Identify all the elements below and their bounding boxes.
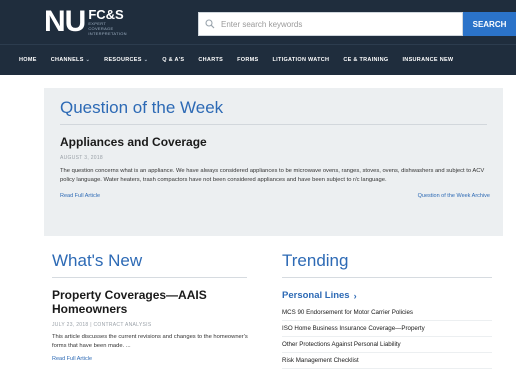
chevron-right-icon: › xyxy=(353,290,357,301)
main-nav: HOME CHANNELS ⌄ RESOURCES ⌄ Q & A'S CHARTS… xyxy=(0,44,516,75)
divider xyxy=(52,277,247,278)
trending-item[interactable]: Other Protections Against Personal Liabi… xyxy=(282,337,492,353)
logo-tagline: Expert Coverage Interpretation xyxy=(88,21,127,36)
question-of-the-week-panel: Question of the Week Appliances and Cove… xyxy=(44,88,503,236)
nav-label: Q & A'S xyxy=(162,57,185,63)
nav-item-qas[interactable]: Q & A'S xyxy=(162,57,184,63)
nav-label: INSURANCE NEW xyxy=(402,57,454,63)
logo-fcs-text: FC&S xyxy=(88,7,124,22)
nav-label: HOME xyxy=(19,57,37,63)
whats-new-meta: JULY 23, 2018 | CONTRACT ANALYSIS xyxy=(52,322,152,328)
nav-item-forms[interactable]: FORMS xyxy=(237,57,258,63)
nav-item-litigation-watch[interactable]: LITIGATION WATCH xyxy=(272,57,329,63)
trending-section: Trending Personal Lines › MCS 90 Endorse… xyxy=(282,251,502,369)
nav-label: CE & TRAINING xyxy=(343,57,389,63)
nav-item-resources[interactable]: RESOURCES ⌄ xyxy=(104,57,148,63)
search-button[interactable]: SEARCH xyxy=(463,12,516,36)
qotw-read-full-article-link[interactable]: Read Full Article xyxy=(60,193,100,199)
logo-right: FC&S Expert Coverage Interpretation xyxy=(88,8,132,36)
divider xyxy=(282,277,492,278)
nav-label: CHARTS xyxy=(198,57,224,63)
nav-item-home[interactable]: HOME xyxy=(19,57,37,63)
nav-label: RESOURCES xyxy=(104,57,142,63)
nav-label: FORMS xyxy=(237,57,259,63)
whats-new-section: What's New Property Coverages—AAIS Homeo… xyxy=(52,251,260,362)
qotw-header: Question of the Week xyxy=(60,98,224,117)
trending-header: Trending xyxy=(282,251,349,270)
whats-new-read-full-article-link[interactable]: Read Full Article xyxy=(52,356,260,362)
trending-list: MCS 90 Endorsement for Motor Carrier Pol… xyxy=(282,305,502,369)
qotw-article-title[interactable]: Appliances and Coverage xyxy=(60,135,487,149)
qotw-body: The question concerns what is an applian… xyxy=(60,168,485,183)
qotw-archive-link[interactable]: Question of the Week Archive xyxy=(418,193,490,199)
search-input[interactable] xyxy=(221,19,451,29)
nav-item-insurance-news[interactable]: INSURANCE NEW xyxy=(402,57,453,63)
logo-nu-text: NU xyxy=(44,5,86,38)
trending-item[interactable]: MCS 90 Endorsement for Motor Carrier Pol… xyxy=(282,305,492,321)
nav-label: CHANNELS xyxy=(50,57,84,63)
trending-category-personal-lines[interactable]: Personal Lines › xyxy=(282,290,502,301)
site-logo[interactable]: NU FC&S Expert Coverage Interpretation xyxy=(44,5,132,38)
search-box xyxy=(198,12,463,36)
top-header: NU FC&S Expert Coverage Interpretation S… xyxy=(0,0,516,44)
trending-item[interactable]: Risk Management Checklist xyxy=(282,353,492,369)
nav-item-channels[interactable]: CHANNELS ⌄ xyxy=(51,57,90,63)
whats-new-article-title[interactable]: Property Coverages—AAIS Homeowners xyxy=(52,288,260,316)
whats-new-header: What's New xyxy=(52,251,143,270)
search-icon xyxy=(199,13,221,35)
trending-category-label: Personal Lines xyxy=(282,290,350,301)
nav-item-charts[interactable]: CHARTS xyxy=(198,57,223,63)
nav-label: LITIGATION WATCH xyxy=(272,57,330,63)
divider xyxy=(60,124,487,125)
qotw-date: AUGUST 3, 2018 xyxy=(60,155,104,161)
chevron-down-icon: ⌄ xyxy=(85,57,91,63)
nav-item-ce-training[interactable]: CE & TRAINING xyxy=(343,57,388,63)
qotw-links: Read Full Article Question of the Week A… xyxy=(60,193,490,199)
trending-item[interactable]: ISO Home Business Insurance Coverage—Pro… xyxy=(282,321,492,337)
whats-new-body: This article discusses the current revis… xyxy=(52,334,248,349)
chevron-down-icon: ⌄ xyxy=(143,57,149,63)
